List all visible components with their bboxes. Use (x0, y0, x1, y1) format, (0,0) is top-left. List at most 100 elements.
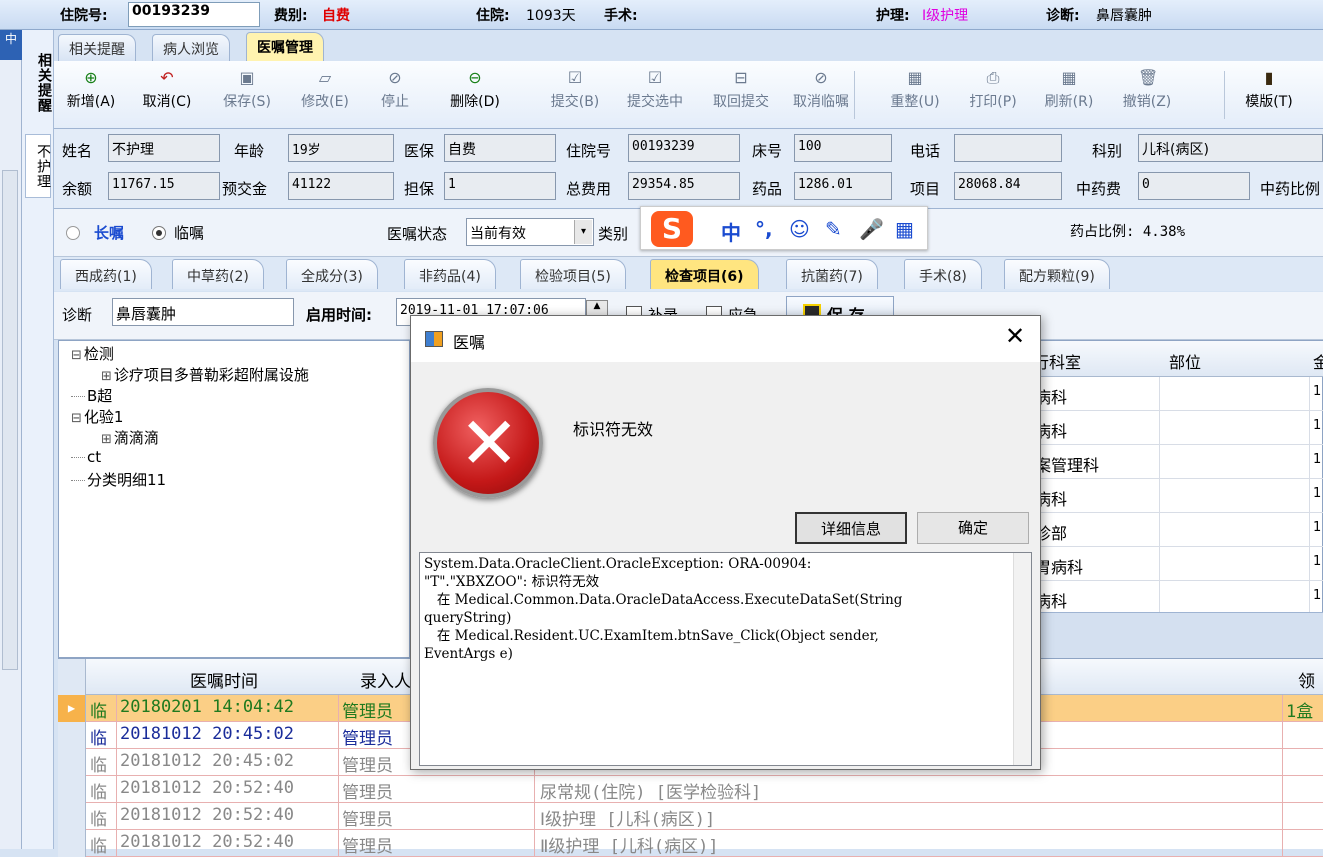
toolbar-button-14[interactable]: ▮ 模版(T) (1234, 69, 1304, 111)
drug-field[interactable]: 1286.01 (794, 172, 892, 200)
expand-icon[interactable]: ⊞ (101, 432, 112, 447)
vertical-tab-patient[interactable]: 不护理 (25, 134, 51, 198)
vertical-tab-reminders[interactable]: 相关提醒 (25, 36, 52, 130)
toolbar-button-11[interactable]: ⎙ 打印(P) (958, 69, 1028, 111)
toolbar-button-3[interactable]: ▱ 修改(E) (290, 69, 360, 111)
table-row[interactable]: 病科 1 (1035, 411, 1323, 445)
total-field[interactable]: 29354.85 (628, 172, 740, 200)
toolbar-button-1[interactable]: ↶ 取消(C) (132, 69, 202, 111)
fee-value: 自费 (322, 8, 350, 24)
close-icon[interactable]: ✕ (1005, 324, 1025, 348)
long-order-radio[interactable] (66, 226, 80, 240)
order-row[interactable]: 临 20181012 20:52:40 管理员 尿常规(住院) [医学检验科] (58, 776, 1323, 803)
toolbar-button-13[interactable]: 🗑 撤销(Z) (1112, 69, 1182, 111)
tab-reminders[interactable]: 相关提醒 (58, 34, 136, 61)
sub-tab-2[interactable]: 中草药(2) (172, 259, 264, 289)
toolbar-button-2[interactable]: ▣ 保存(S) (212, 69, 282, 111)
admission-no-field[interactable]: 00193239 (628, 134, 740, 162)
tree-node[interactable]: ⊟ 检测 (71, 343, 114, 364)
ime-toolbar[interactable]: S 中 °, ☺ ✎ 🎤 ▦ (640, 206, 928, 250)
sub-tab-4[interactable]: 非药品(4) (404, 259, 496, 289)
sub-tab-5[interactable]: 检验项目(5) (520, 259, 626, 289)
collapse-icon[interactable]: ⊟ (71, 411, 82, 426)
row-indicator[interactable] (58, 830, 86, 857)
toolbar-button-4[interactable]: ⊘ 停止 (360, 69, 430, 111)
order-row[interactable]: 临 20181012 20:52:40 管理员 Ⅰ级护理 [儿科(病区)] (58, 803, 1323, 830)
row-indicator[interactable] (58, 749, 86, 776)
ime-chinese-mode[interactable]: 中 (721, 217, 741, 246)
diag-field[interactable]: 鼻唇囊肿 (112, 298, 294, 326)
guarantee-field[interactable]: 1 (444, 172, 556, 200)
tree-node[interactable]: 分类明细11 (71, 469, 166, 490)
ime-emoji-icon[interactable]: ☺ (789, 217, 810, 241)
phone-field[interactable] (954, 134, 1062, 162)
ime-punctuation-icon[interactable]: °, (755, 217, 773, 241)
toolbar-button-6[interactable]: ☑ 提交(B) (540, 69, 610, 111)
toolbar-button-5[interactable]: ⊖ 删除(D) (440, 69, 510, 111)
cell-order-type: 临 (90, 729, 107, 749)
name-field[interactable]: 不护理 (108, 134, 220, 162)
ok-button[interactable]: 确定 (917, 512, 1029, 544)
table-row[interactable]: 病科 1 (1035, 581, 1323, 615)
left-scrollbar[interactable] (2, 170, 18, 670)
toolbar-button-label: 打印(P) (969, 94, 1017, 110)
tree-connector (71, 396, 85, 397)
sub-tab-9[interactable]: 配方颗粒(9) (1004, 259, 1110, 289)
ime-voice-icon[interactable]: 🎤 (859, 217, 884, 241)
toolbar-button-12[interactable]: ▦ 刷新(R) (1034, 69, 1104, 111)
sub-tab-8[interactable]: 手术(8) (904, 259, 982, 289)
ime-toolbox-icon[interactable]: ▦ (895, 217, 914, 241)
bed-field[interactable]: 100 (794, 134, 892, 162)
tree-node[interactable]: B超 (71, 385, 112, 406)
item-field[interactable]: 28068.84 (954, 172, 1062, 200)
toolbar-button-7[interactable]: ☑ 提交选中 (620, 69, 690, 111)
table-row[interactable]: 诊部 1 (1035, 513, 1323, 547)
table-row[interactable]: 胃病科 1 (1035, 547, 1323, 581)
sub-tab-1[interactable]: 西成药(1) (60, 259, 152, 289)
temp-order-radio[interactable] (152, 226, 166, 240)
details-button[interactable]: 详细信息 (795, 512, 907, 544)
details-scrollbar[interactable] (1013, 553, 1031, 765)
long-order-label[interactable]: 长嘱 (94, 222, 124, 243)
sub-tab-6[interactable]: 检查项目(6) (650, 259, 759, 289)
toolbar-button-9[interactable]: ⊘ 取消临嘱 (786, 69, 856, 111)
collapse-icon[interactable]: ⊟ (71, 348, 82, 363)
table-row[interactable]: 病科 1 (1035, 479, 1323, 513)
left-strip-tab[interactable]: 中 (0, 30, 22, 60)
order-status-select[interactable]: 当前有效 ▾ (466, 218, 594, 246)
tree-node[interactable]: ⊞ 滴滴滴 (101, 427, 159, 448)
tab-order-management[interactable]: 医嘱管理 (246, 32, 324, 61)
tree-node[interactable]: ⊞ 诊疗项目多普勒彩超附属设施 (101, 364, 309, 385)
sogou-logo-icon[interactable]: S (651, 211, 693, 247)
age-field[interactable]: 19岁 (288, 134, 394, 162)
tree-node-label: 诊疗项目多普勒彩超附属设施 (113, 366, 309, 384)
sub-tab-3[interactable]: 全成分(3) (286, 259, 378, 289)
toolbar-button-10[interactable]: ▦ 重整(U) (880, 69, 950, 111)
chevron-down-icon[interactable]: ▾ (574, 220, 592, 244)
row-indicator[interactable] (58, 776, 86, 803)
tree-node[interactable]: ct (71, 448, 101, 466)
temp-order-label[interactable]: 临嘱 (174, 222, 204, 243)
row-indicator[interactable] (58, 722, 86, 749)
dept-field[interactable]: 儿科(病区) (1138, 134, 1323, 162)
toolbar-button-label: 取回提交 (713, 94, 769, 110)
nursing-value: Ⅰ级护理 (922, 8, 969, 24)
insurance-field[interactable]: 自费 (444, 134, 556, 162)
tree-node[interactable]: ⊟ 化验1 (71, 406, 123, 427)
table-row[interactable]: 案管理科 1 (1035, 445, 1323, 479)
prepay-field[interactable]: 41122 (288, 172, 394, 200)
row-indicator[interactable] (58, 803, 86, 830)
toolbar-button-8[interactable]: ⊟ 取回提交 (706, 69, 776, 111)
toolbar-button-0[interactable]: ⊕ 新增(A) (56, 69, 126, 111)
tab-patient-browse[interactable]: 病人浏览 (152, 34, 230, 61)
balance-field[interactable]: 11767.15 (108, 172, 220, 200)
sub-tab-7[interactable]: 抗菌药(7) (786, 259, 878, 289)
error-details-text[interactable]: System.Data.OracleClient.OracleException… (419, 552, 1032, 766)
order-row[interactable]: 临 20181012 20:52:40 管理员 Ⅱ级护理 [儿科(病区)] (58, 830, 1323, 857)
retrieve-icon: ⊟ (734, 68, 748, 87)
herb-field[interactable]: 0 (1138, 172, 1250, 200)
row-indicator[interactable]: ▶ (58, 695, 86, 722)
table-row[interactable]: 病科 1 (1035, 377, 1323, 411)
expand-icon[interactable]: ⊞ (101, 369, 112, 384)
ime-handwrite-icon[interactable]: ✎ (825, 217, 842, 241)
